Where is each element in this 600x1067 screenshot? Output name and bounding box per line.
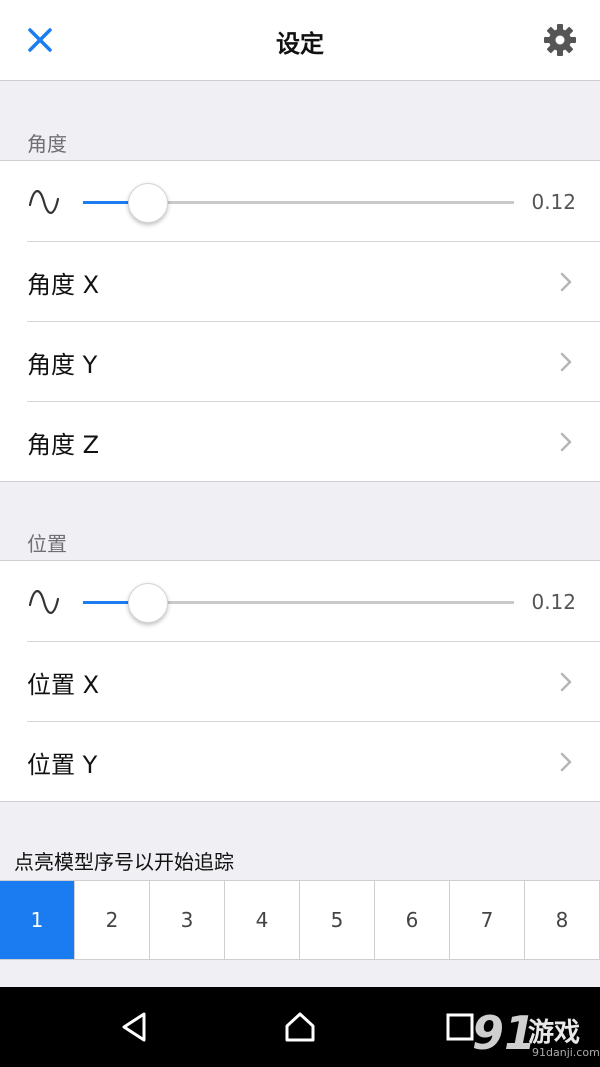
model-cell-6[interactable]: 6 (375, 881, 450, 959)
position-group: 0.12 位置 X 位置 Y (0, 560, 600, 802)
list-item-position-y[interactable]: 位置 Y (0, 721, 600, 801)
section-title-position: 位置 (27, 532, 67, 556)
model-cell-5[interactable]: 5 (300, 881, 375, 959)
list-item-label: 角度 Z (27, 431, 100, 459)
section-title-angle: 角度 (27, 132, 67, 156)
chevron-right-icon (560, 272, 572, 292)
slider-thumb[interactable] (128, 183, 168, 223)
model-cell-1[interactable]: 1 (0, 881, 75, 959)
position-slider-row: 0.12 (0, 561, 600, 641)
angle-group: 0.12 角度 X 角度 Y 角度 Z (0, 160, 600, 482)
model-cell-2[interactable]: 2 (75, 881, 150, 959)
chevron-right-icon (560, 352, 572, 372)
model-cell-8[interactable]: 8 (525, 881, 600, 959)
model-cell-3[interactable]: 3 (150, 881, 225, 959)
page-title: 设定 (276, 30, 324, 58)
position-slider[interactable] (83, 583, 514, 623)
watermark-number: 91 (472, 1006, 537, 1060)
position-slider-value: 0.12 (531, 590, 576, 614)
list-item-angle-y[interactable]: 角度 Y (0, 321, 600, 401)
back-triangle-icon[interactable] (116, 1009, 152, 1045)
list-item-angle-x[interactable]: 角度 X (0, 241, 600, 321)
list-item-label: 角度 X (27, 271, 100, 299)
list-item-angle-z[interactable]: 角度 Z (0, 401, 600, 481)
list-item-label: 角度 Y (27, 351, 98, 379)
wave-icon (28, 190, 60, 214)
list-item-label: 位置 Y (27, 751, 98, 779)
watermark-text: 游戏 (528, 1018, 581, 1048)
chevron-right-icon (560, 432, 572, 452)
model-selector: 1 2 3 4 5 6 7 8 (0, 880, 600, 960)
model-cell-4[interactable]: 4 (225, 881, 300, 959)
wave-icon (28, 590, 60, 614)
tracking-title: 点亮模型序号以开始追踪 (14, 850, 234, 874)
gear-icon[interactable] (542, 22, 578, 58)
list-item-position-x[interactable]: 位置 X (0, 641, 600, 721)
model-cell-7[interactable]: 7 (450, 881, 525, 959)
list-item-label: 位置 X (27, 671, 100, 699)
angle-slider[interactable] (83, 183, 514, 223)
angle-slider-value: 0.12 (531, 190, 576, 214)
angle-slider-row: 0.12 (0, 161, 600, 241)
chevron-right-icon (560, 672, 572, 692)
watermark-logo: 91 游戏 91danji.com (472, 1006, 600, 1064)
home-icon[interactable] (282, 1009, 318, 1045)
chevron-right-icon (560, 752, 572, 772)
watermark-url: 91danji.com (532, 1046, 600, 1059)
top-bar: 设定 (0, 0, 600, 81)
slider-thumb[interactable] (128, 583, 168, 623)
